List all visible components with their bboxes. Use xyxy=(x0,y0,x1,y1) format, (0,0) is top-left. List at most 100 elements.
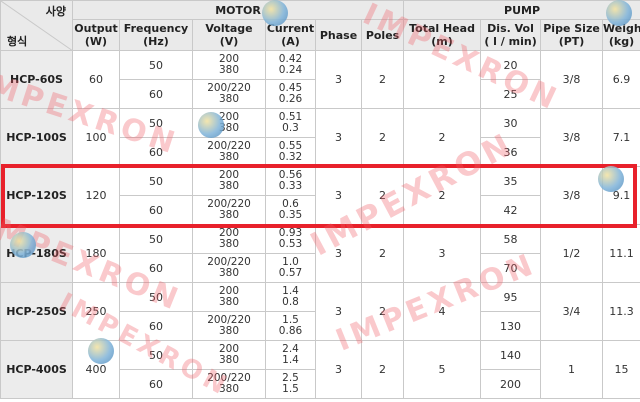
corner-spec-label: 사양 xyxy=(46,5,66,18)
total-head-header: Total Head(m) xyxy=(404,20,481,51)
dis-vol-value: 25 xyxy=(481,80,541,109)
output-value: 120 xyxy=(73,167,120,225)
voltage-value: 200380 xyxy=(193,109,266,138)
total-head-value: 4 xyxy=(404,283,481,341)
current-value: 2.41.4 xyxy=(266,341,316,370)
weight-value: 9.1 xyxy=(603,167,640,225)
pipe-size-value: 3/8 xyxy=(541,109,603,167)
weight-value: 7.1 xyxy=(603,109,640,167)
poles-value: 2 xyxy=(362,109,404,167)
table-row: HCP-100S100502003800.510.3322303/87.1 xyxy=(1,109,640,138)
poles-value: 2 xyxy=(362,167,404,225)
voltage-value: 200380 xyxy=(193,167,266,196)
phase-value: 3 xyxy=(316,51,362,109)
frequency-value: 50 xyxy=(120,341,193,370)
table-row: HCP-120S120502003800.560.33322353/89.1 xyxy=(1,167,640,196)
model-name: HCP-100S xyxy=(1,109,73,167)
frequency-header: Frequency(Hz) xyxy=(120,20,193,51)
model-name: HCP-250S xyxy=(1,283,73,341)
current-value: 2.51.5 xyxy=(266,370,316,399)
phase-value: 3 xyxy=(316,341,362,399)
model-name: HCP-400S xyxy=(1,341,73,399)
pipe-size-value: 3/4 xyxy=(541,283,603,341)
table-row: HCP-400S400502003802.41.4325140115 xyxy=(1,341,640,370)
corner-model-label: 형식 xyxy=(7,35,27,48)
dis-vol-value: 58 xyxy=(481,225,541,254)
phase-value: 3 xyxy=(316,109,362,167)
voltage-header: Voltage(V) xyxy=(193,20,266,51)
voltage-value: 200380 xyxy=(193,225,266,254)
frequency-value: 60 xyxy=(120,138,193,167)
total-head-value: 5 xyxy=(404,341,481,399)
current-value: 0.510.3 xyxy=(266,109,316,138)
table-row: HCP-250S250502003801.40.8324953/411.3 xyxy=(1,283,640,312)
total-head-value: 3 xyxy=(404,225,481,283)
pipe-size-header: Pipe Size(PT) xyxy=(541,20,603,51)
dis-vol-header: Dis. Vol( l / min) xyxy=(481,20,541,51)
total-head-value: 2 xyxy=(404,167,481,225)
voltage-value: 200/220380 xyxy=(193,196,266,225)
current-value: 0.60.35 xyxy=(266,196,316,225)
weight-header: Weight(kg) xyxy=(603,20,640,51)
frequency-value: 50 xyxy=(120,283,193,312)
poles-value: 2 xyxy=(362,225,404,283)
voltage-value: 200380 xyxy=(193,51,266,80)
voltage-value: 200380 xyxy=(193,341,266,370)
model-name: HCP-60S xyxy=(1,51,73,109)
output-value: 60 xyxy=(73,51,120,109)
voltage-value: 200/220380 xyxy=(193,254,266,283)
total-head-value: 2 xyxy=(404,51,481,109)
table-row: HCP-60S60502003800.420.24322203/86.9 xyxy=(1,51,640,80)
output-value: 250 xyxy=(73,283,120,341)
output-value: 400 xyxy=(73,341,120,399)
dis-vol-value: 20 xyxy=(481,51,541,80)
dis-vol-value: 42 xyxy=(481,196,541,225)
frequency-value: 60 xyxy=(120,254,193,283)
dis-vol-value: 130 xyxy=(481,312,541,341)
frequency-value: 60 xyxy=(120,196,193,225)
voltage-value: 200380 xyxy=(193,283,266,312)
current-value: 0.550.32 xyxy=(266,138,316,167)
pipe-size-value: 1 xyxy=(541,341,603,399)
poles-value: 2 xyxy=(362,341,404,399)
model-name: HCP-180S xyxy=(1,225,73,283)
frequency-value: 60 xyxy=(120,80,193,109)
current-header: Current(A) xyxy=(266,20,316,51)
dis-vol-value: 36 xyxy=(481,138,541,167)
dis-vol-value: 95 xyxy=(481,283,541,312)
poles-value: 2 xyxy=(362,283,404,341)
current-value: 1.00.57 xyxy=(266,254,316,283)
weight-value: 15 xyxy=(603,341,640,399)
output-value: 180 xyxy=(73,225,120,283)
current-value: 0.930.53 xyxy=(266,225,316,254)
frequency-value: 50 xyxy=(120,51,193,80)
poles-value: 2 xyxy=(362,51,404,109)
pipe-size-value: 1/2 xyxy=(541,225,603,283)
current-value: 1.50.86 xyxy=(266,312,316,341)
header-corner: 사양 형식 xyxy=(1,1,73,51)
dis-vol-value: 70 xyxy=(481,254,541,283)
spec-table: 사양 형식 MOTOR PUMP Output(W) Frequency(Hz)… xyxy=(0,0,640,399)
phase-header: Phase xyxy=(316,20,362,51)
weight-value: 11.1 xyxy=(603,225,640,283)
voltage-value: 200/220380 xyxy=(193,312,266,341)
frequency-value: 60 xyxy=(120,370,193,399)
poles-header: Poles xyxy=(362,20,404,51)
pipe-size-value: 3/8 xyxy=(541,167,603,225)
output-value: 100 xyxy=(73,109,120,167)
dis-vol-value: 30 xyxy=(481,109,541,138)
output-header: Output(W) xyxy=(73,20,120,51)
voltage-value: 200/220380 xyxy=(193,138,266,167)
voltage-value: 200/220380 xyxy=(193,80,266,109)
frequency-value: 50 xyxy=(120,167,193,196)
dis-vol-value: 200 xyxy=(481,370,541,399)
dis-vol-value: 35 xyxy=(481,167,541,196)
voltage-value: 200/220380 xyxy=(193,370,266,399)
current-value: 0.450.26 xyxy=(266,80,316,109)
weight-value: 6.9 xyxy=(603,51,640,109)
phase-value: 3 xyxy=(316,225,362,283)
phase-value: 3 xyxy=(316,283,362,341)
phase-value: 3 xyxy=(316,167,362,225)
current-value: 0.560.33 xyxy=(266,167,316,196)
motor-group-header: MOTOR xyxy=(73,1,404,20)
